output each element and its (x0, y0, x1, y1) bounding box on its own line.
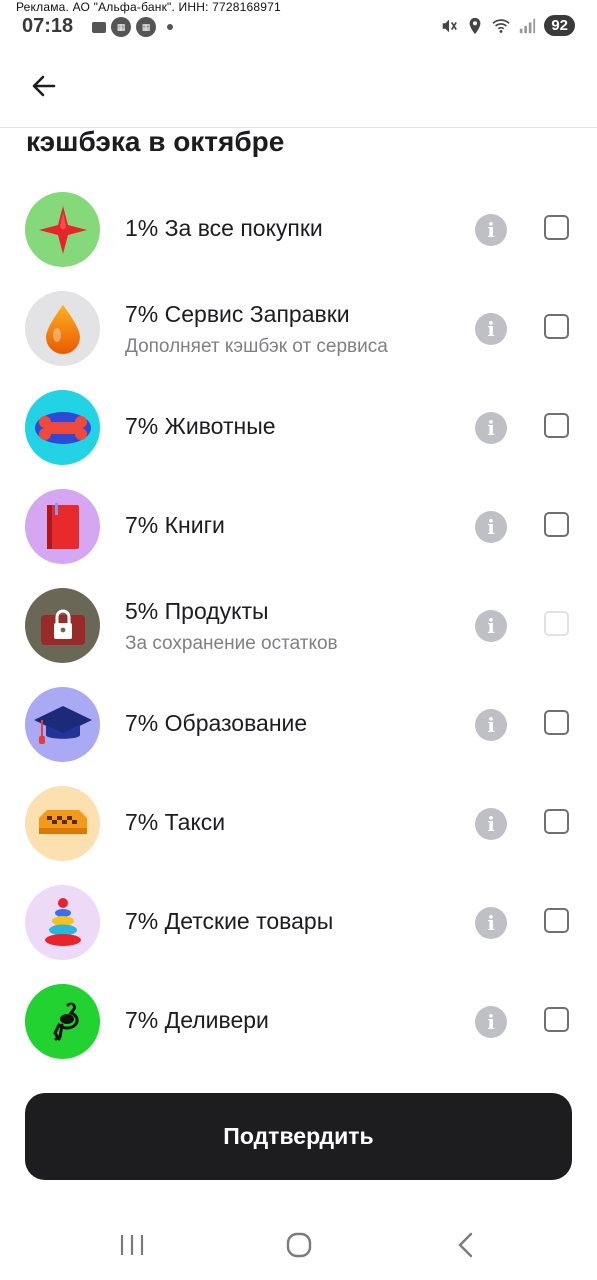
confirm-button[interactable]: Подтвердить (25, 1093, 572, 1180)
category-avatar (25, 192, 100, 267)
back-nav-icon (458, 1232, 473, 1258)
info-button[interactable]: i (475, 412, 507, 444)
list-item[interactable]: 7% Детские товары i (0, 873, 597, 972)
category-avatar (25, 588, 100, 663)
category-checkbox[interactable] (544, 809, 569, 834)
info-icon: i (487, 812, 495, 836)
category-checkbox[interactable] (544, 215, 569, 240)
info-icon: i (487, 713, 495, 737)
item-subtitle: Дополняет кэшбэк от сервиса (125, 336, 388, 357)
toy-pyramid-icon (44, 897, 81, 946)
arrow-left-icon (32, 75, 56, 97)
item-text: 7% Образование (125, 710, 307, 737)
taxi-icon (38, 809, 87, 834)
status-time: 07:18 (22, 15, 74, 37)
item-title: 7% Такси (125, 809, 226, 835)
status-bar: 07:18 ▦ ▦ 92 (0, 12, 597, 42)
mute-icon (443, 19, 458, 32)
item-text: 7% Такси (125, 809, 225, 836)
category-checkbox[interactable] (544, 512, 569, 537)
item-text: 7% Детские товары (125, 908, 333, 935)
back-button[interactable] (24, 66, 64, 106)
category-checkbox[interactable] (544, 908, 569, 933)
status-right-icons: 92 (440, 15, 575, 36)
book-icon (46, 502, 79, 549)
category-checkbox[interactable] (544, 314, 569, 339)
item-title: 7% Книги (125, 512, 225, 538)
status-left-icons: ▦ ▦ (92, 17, 173, 37)
item-title: 7% Животные (125, 413, 276, 439)
item-title: 1% За все покупки (125, 215, 323, 241)
info-icon: i (487, 515, 495, 539)
info-button[interactable]: i (475, 709, 507, 741)
item-title: 7% Сервис Заправки (125, 301, 350, 327)
info-icon: i (487, 911, 495, 935)
item-title: 5% Продукты (125, 598, 269, 624)
item-title: 7% Детские товары (125, 908, 334, 934)
item-text: 7% Книги (125, 512, 225, 539)
list-item[interactable]: 7% Книги i (0, 477, 597, 576)
item-text: 5% Продукты За сохранение остатков (125, 598, 338, 655)
item-subtitle: За сохранение остатков (125, 633, 338, 654)
battery-indicator: 92 (544, 15, 575, 36)
wifi-icon (492, 18, 510, 33)
info-icon: i (487, 1010, 495, 1034)
info-icon: i (487, 218, 495, 242)
info-button[interactable]: i (475, 808, 507, 840)
category-checkbox[interactable] (544, 413, 569, 438)
category-avatar (25, 786, 100, 861)
category-checkbox[interactable] (544, 710, 569, 735)
info-button[interactable]: i (475, 1006, 507, 1038)
item-text: 7% Деливери (125, 1007, 269, 1034)
location-icon (469, 17, 481, 34)
top-app-bar (0, 56, 597, 128)
category-avatar (25, 885, 100, 960)
system-navigation-bar (0, 1210, 597, 1280)
info-icon: i (487, 416, 495, 440)
category-avatar (25, 291, 100, 366)
bone-icon (34, 411, 91, 444)
item-text: 7% Животные (125, 413, 276, 440)
item-title: 7% Образование (125, 710, 308, 736)
app-icon: ▦ (111, 17, 131, 37)
list-item[interactable]: 7% Животные i (0, 378, 597, 477)
item-text: 7% Сервис Заправки Дополняет кэшбэк от с… (125, 301, 388, 358)
recent-apps-button[interactable] (112, 1230, 152, 1260)
back-nav-button[interactable] (446, 1230, 486, 1260)
info-icon: i (487, 614, 495, 638)
signal-icon (520, 18, 536, 33)
category-avatar (25, 390, 100, 465)
info-button[interactable]: i (475, 214, 507, 246)
ostrich-icon (52, 1002, 79, 1040)
fuel-drop-icon (45, 304, 80, 354)
info-button[interactable]: i (475, 511, 507, 543)
list-item[interactable]: 7% Такси i (0, 774, 597, 873)
item-title: 7% Деливери (125, 1007, 269, 1033)
notification-icon (92, 21, 106, 33)
recent-apps-icon (120, 1235, 144, 1255)
info-icon: i (487, 317, 495, 341)
home-icon (286, 1232, 312, 1258)
category-avatar (25, 489, 100, 564)
list-item[interactable]: 1% За все покупки i (0, 180, 597, 279)
home-button[interactable] (279, 1230, 319, 1260)
info-button[interactable]: i (475, 313, 507, 345)
info-button[interactable]: i (475, 610, 507, 642)
list-item[interactable]: 7% Образование i (0, 675, 597, 774)
info-button[interactable]: i (475, 907, 507, 939)
list-item[interactable]: 7% Сервис Заправки Дополняет кэшбэк от с… (0, 279, 597, 378)
dot-icon (167, 24, 173, 30)
category-avatar (25, 984, 100, 1059)
category-checkbox[interactable] (544, 1007, 569, 1032)
app-icon: ▦ (136, 17, 156, 37)
section-title: кэшбэка в октябре (26, 126, 285, 157)
star-icon (38, 205, 87, 254)
category-avatar (25, 687, 100, 762)
list-item[interactable]: 7% Деливери i (0, 972, 597, 1071)
category-checkbox (544, 611, 569, 636)
list-item: 5% Продукты За сохранение остатков i (0, 576, 597, 675)
lock-icon (40, 609, 85, 645)
graduation-cap-icon (33, 705, 92, 744)
item-text: 1% За все покупки (125, 215, 323, 242)
